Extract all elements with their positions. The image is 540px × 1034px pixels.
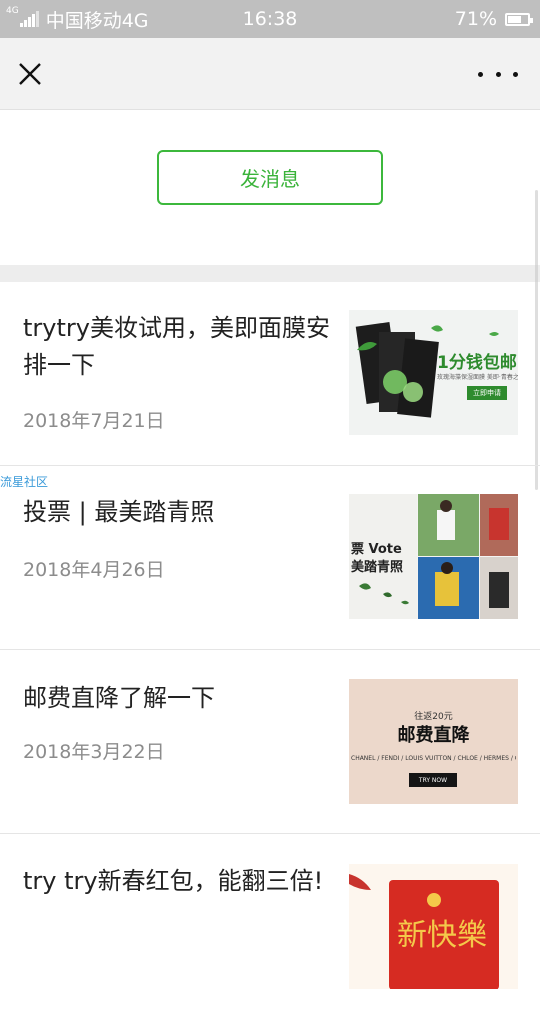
more-dot (495, 71, 501, 77)
thumb-button: 立即申请 (467, 386, 507, 400)
battery-fill (508, 15, 521, 23)
article-item[interactable]: 邮费直降了解一下 2018年3月22日 往返20元 邮费直降 CHANEL / … (0, 650, 540, 834)
article-item[interactable]: try try新春红包，能翻三倍! 新快樂 (0, 834, 540, 1034)
article-thumbnail: 1分钱包邮 玫瑰海藻保湿面膜 美即·青春之水 立即申请 (349, 310, 518, 435)
article-title: 投票 | 最美踏青照 (23, 498, 215, 526)
status-right: 71% (454, 6, 533, 32)
article-date: 2018年4月26日 (23, 559, 165, 581)
section-divider (0, 265, 540, 282)
more-dot (478, 71, 483, 77)
close-button[interactable] (10, 54, 50, 94)
article-item[interactable]: trytry美妆试用，美即面膜安排一下 2018年7月21日 1分钱包邮 玫瑰海… (0, 282, 540, 466)
close-icon (19, 63, 41, 85)
battery-percent: 71% (454, 8, 497, 30)
status-bar: 4G 中国移动4G 16:38 71% (0, 0, 540, 38)
thumb-line-2: 美踏青照 (351, 560, 404, 575)
article-date: 2018年7月21日 (23, 410, 165, 432)
thumb-subline: 玫瑰海藻保湿面膜 美即·青春之水 (437, 374, 518, 381)
article-title: trytry美妆试用，美即面膜安排一下 (23, 314, 330, 379)
more-dot (513, 71, 518, 77)
thumb-headline: 邮费直降 (397, 725, 470, 746)
article-title: try try新春红包，能翻三倍! (23, 867, 324, 895)
battery-tip (530, 17, 533, 23)
nav-bar (0, 38, 540, 110)
article-item[interactable]: 投票 | 最美踏青照 2018年4月26日 票 Vote 美踏青照 (0, 466, 540, 650)
battery-icon (505, 12, 533, 26)
thumb-brands: CHANEL / FENDI / LOUIS VUITTON / CHLOE /… (351, 755, 516, 762)
thumb-headline: 1分钱包邮 (437, 353, 517, 373)
article-date: 2018年3月22日 (23, 741, 165, 763)
article-thumbnail: 新快樂 (349, 864, 518, 989)
article-title: 邮费直降了解一下 (23, 684, 215, 712)
thumb-line-1: 票 Vote (351, 542, 402, 557)
thumb-calligraphy: 新快樂 (397, 918, 487, 953)
article-thumbnail: 往返20元 邮费直降 CHANEL / FENDI / LOUIS VUITTO… (349, 679, 518, 804)
more-button[interactable] (478, 64, 518, 84)
thumb-button: TRY NOW (409, 773, 457, 787)
send-message-button[interactable]: 发消息 (157, 150, 383, 205)
article-thumbnail: 票 Vote 美踏青照 (349, 494, 518, 619)
